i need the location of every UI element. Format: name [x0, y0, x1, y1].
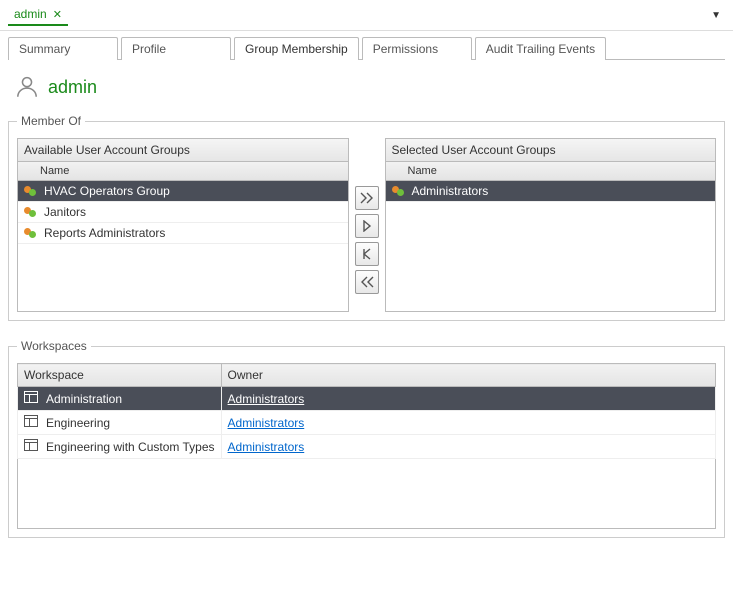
workspaces-table: Workspace Owner AdministrationAdministra… — [17, 363, 716, 529]
group-icon — [24, 184, 38, 198]
table-row[interactable]: Engineering with Custom Types Administrat… — [18, 435, 716, 459]
col-owner[interactable]: Owner — [221, 364, 715, 387]
table-row[interactable]: Engineering Administrators — [18, 411, 716, 435]
group-icon — [24, 205, 38, 219]
available-groups-col-name[interactable]: Name — [18, 162, 348, 181]
available-groups-panel: Available User Account Groups Name HVAC … — [17, 138, 349, 312]
user-icon — [14, 74, 40, 100]
list-item-label: Janitors — [44, 205, 86, 219]
list-item-label: Administrators — [412, 184, 489, 198]
selected-groups-col-name[interactable]: Name — [386, 162, 716, 181]
document-tab-admin[interactable]: admin ✕ — [8, 4, 68, 26]
tab-group-membership[interactable]: Group Membership — [234, 37, 359, 60]
owner-link[interactable]: Administrators — [228, 416, 305, 430]
available-group-item[interactable]: Reports Administrators — [18, 223, 348, 244]
tab-content: admin Member Of Available User Account G… — [8, 59, 725, 538]
workspace-icon — [24, 391, 38, 406]
owner-link[interactable]: Administrators — [228, 440, 305, 454]
tab-permissions[interactable]: Permissions — [362, 37, 472, 60]
col-workspace[interactable]: Workspace — [18, 364, 222, 387]
list-item-label: HVAC Operators Group — [44, 184, 170, 198]
selected-groups-title: Selected User Account Groups — [386, 139, 716, 162]
move-all-left-button[interactable] — [355, 270, 379, 294]
table-row[interactable]: Administration Administrators — [18, 387, 716, 411]
selected-groups-panel: Selected User Account Groups Name Admini… — [385, 138, 717, 312]
tab-audit-trailing-events[interactable]: Audit Trailing Events — [475, 37, 606, 60]
workspace-name: Administration — [46, 392, 122, 406]
dropdown-icon[interactable]: ▼ — [707, 6, 725, 25]
list-item-label: Reports Administrators — [44, 226, 165, 240]
available-group-item[interactable]: Janitors — [18, 202, 348, 223]
tab-profile[interactable]: Profile — [121, 37, 231, 60]
workspaces-legend: Workspaces — [17, 339, 91, 353]
page-header: admin — [8, 72, 725, 114]
document-tab-bar: admin ✕ ▼ — [0, 0, 733, 31]
move-buttons — [355, 138, 379, 294]
workspace-name: Engineering with Custom Types — [46, 440, 215, 454]
selected-group-item[interactable]: Administrators — [386, 181, 716, 202]
tab-summary[interactable]: Summary — [8, 37, 118, 60]
tabs: Summary Profile Group Membership Permiss… — [0, 31, 733, 60]
group-icon — [24, 226, 38, 240]
workspace-icon — [24, 415, 38, 430]
workspaces-fieldset: Workspaces Workspace Owner Administratio… — [8, 339, 725, 538]
member-of-legend: Member Of — [17, 114, 85, 128]
group-icon — [392, 184, 406, 198]
move-right-button[interactable] — [355, 214, 379, 238]
close-icon[interactable]: ✕ — [53, 8, 62, 21]
page-title: admin — [48, 77, 97, 98]
member-of-fieldset: Member Of Available User Account Groups … — [8, 114, 725, 321]
owner-link[interactable]: Administrators — [228, 392, 305, 406]
move-all-right-button[interactable] — [355, 186, 379, 210]
available-groups-title: Available User Account Groups — [18, 139, 348, 162]
document-tab-label: admin — [14, 7, 47, 21]
move-left-button[interactable] — [355, 242, 379, 266]
available-group-item[interactable]: HVAC Operators Group — [18, 181, 348, 202]
workspace-icon — [24, 439, 38, 454]
workspace-name: Engineering — [46, 416, 110, 430]
